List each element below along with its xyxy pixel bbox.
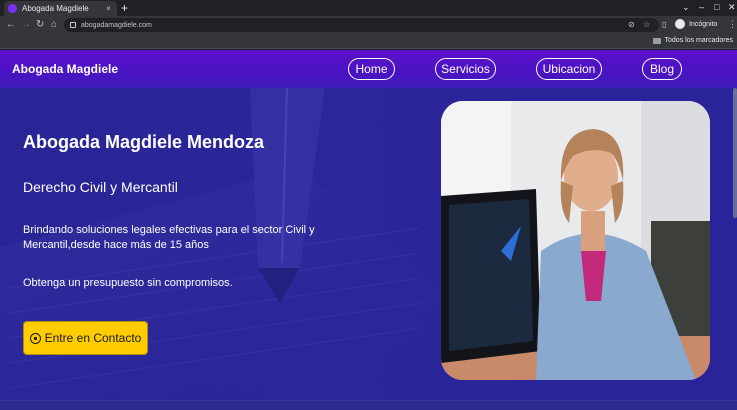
- hero-subtitle: Derecho Civil y Mercantil: [23, 179, 178, 195]
- browser-menu-icon[interactable]: ⋮: [728, 19, 737, 30]
- contact-button-label: Entre en Contacto: [44, 331, 142, 345]
- tab-search-chevron-icon[interactable]: ⌄: [682, 1, 690, 13]
- address-bar[interactable]: abogadamagdiele.com: [64, 18, 659, 32]
- site-favicon-icon: [8, 4, 17, 13]
- hero-offer-text: Obtenga un presupuesto sin compromisos.: [23, 277, 233, 289]
- close-window-icon[interactable]: ✕: [728, 1, 736, 13]
- next-section-edge: [0, 400, 737, 410]
- reload-icon[interactable]: ↻: [36, 18, 44, 32]
- side-panel-icon[interactable]: ▯: [662, 20, 666, 30]
- nav-blog-link[interactable]: Blog: [642, 58, 682, 80]
- tab-close-icon[interactable]: ×: [104, 4, 113, 13]
- back-icon[interactable]: ←: [6, 18, 16, 32]
- browser-tab[interactable]: Abogada Magdiele ×: [4, 1, 117, 16]
- browser-toolbar: ← → ↻ ⌂ abogadamagdiele.com ⊘ ☆ ▯ Incógn…: [0, 16, 737, 34]
- eye-off-icon[interactable]: ⊘: [628, 20, 635, 30]
- contact-button[interactable]: Entre en Contacto: [23, 321, 148, 355]
- maximize-icon[interactable]: □: [714, 1, 719, 13]
- site-info-icon[interactable]: [70, 22, 76, 28]
- address-url: abogadamagdiele.com: [81, 21, 152, 29]
- lawyer-portrait-photo: [441, 101, 710, 380]
- nav-home-link[interactable]: Home: [348, 58, 395, 80]
- all-bookmarks-button[interactable]: Todos los marcadores: [652, 37, 733, 44]
- hero-section: Abogada Magdiele Mendoza Derecho Civil y…: [0, 88, 737, 400]
- page-scrollbar[interactable]: [733, 88, 737, 218]
- new-tab-button[interactable]: +: [121, 1, 128, 15]
- bookmark-star-icon[interactable]: ☆: [643, 20, 650, 30]
- incognito-label: Incógnito: [689, 20, 718, 28]
- folder-icon: [652, 37, 661, 44]
- all-bookmarks-label: Todos los marcadores: [664, 37, 733, 44]
- nav-servicios-link[interactable]: Servicios: [435, 58, 496, 80]
- home-icon[interactable]: ⌂: [51, 18, 57, 32]
- hero-title: Abogada Magdiele Mendoza: [23, 132, 265, 152]
- browser-tab-bar: Abogada Magdiele × + ⌄ – □ ✕: [0, 0, 737, 16]
- hero-description: Brindando soluciones legales efectivas p…: [23, 224, 315, 251]
- site-brand[interactable]: Abogada Magdiele: [12, 62, 118, 76]
- incognito-indicator[interactable]: Incógnito: [675, 19, 717, 29]
- tab-title: Abogada Magdiele: [22, 4, 89, 13]
- bookmarks-bar: Todos los marcadores: [0, 34, 737, 49]
- forward-icon[interactable]: →: [21, 18, 31, 32]
- nav-ubicacion-link[interactable]: Ubicacion: [536, 58, 602, 80]
- web-page: Abogada Magdiele Home Servicios Ubicacio…: [0, 50, 737, 410]
- incognito-icon: [675, 19, 685, 29]
- minimize-icon[interactable]: –: [699, 1, 704, 13]
- site-navbar: Abogada Magdiele Home Servicios Ubicacio…: [0, 50, 737, 88]
- whatsapp-icon: [29, 332, 41, 344]
